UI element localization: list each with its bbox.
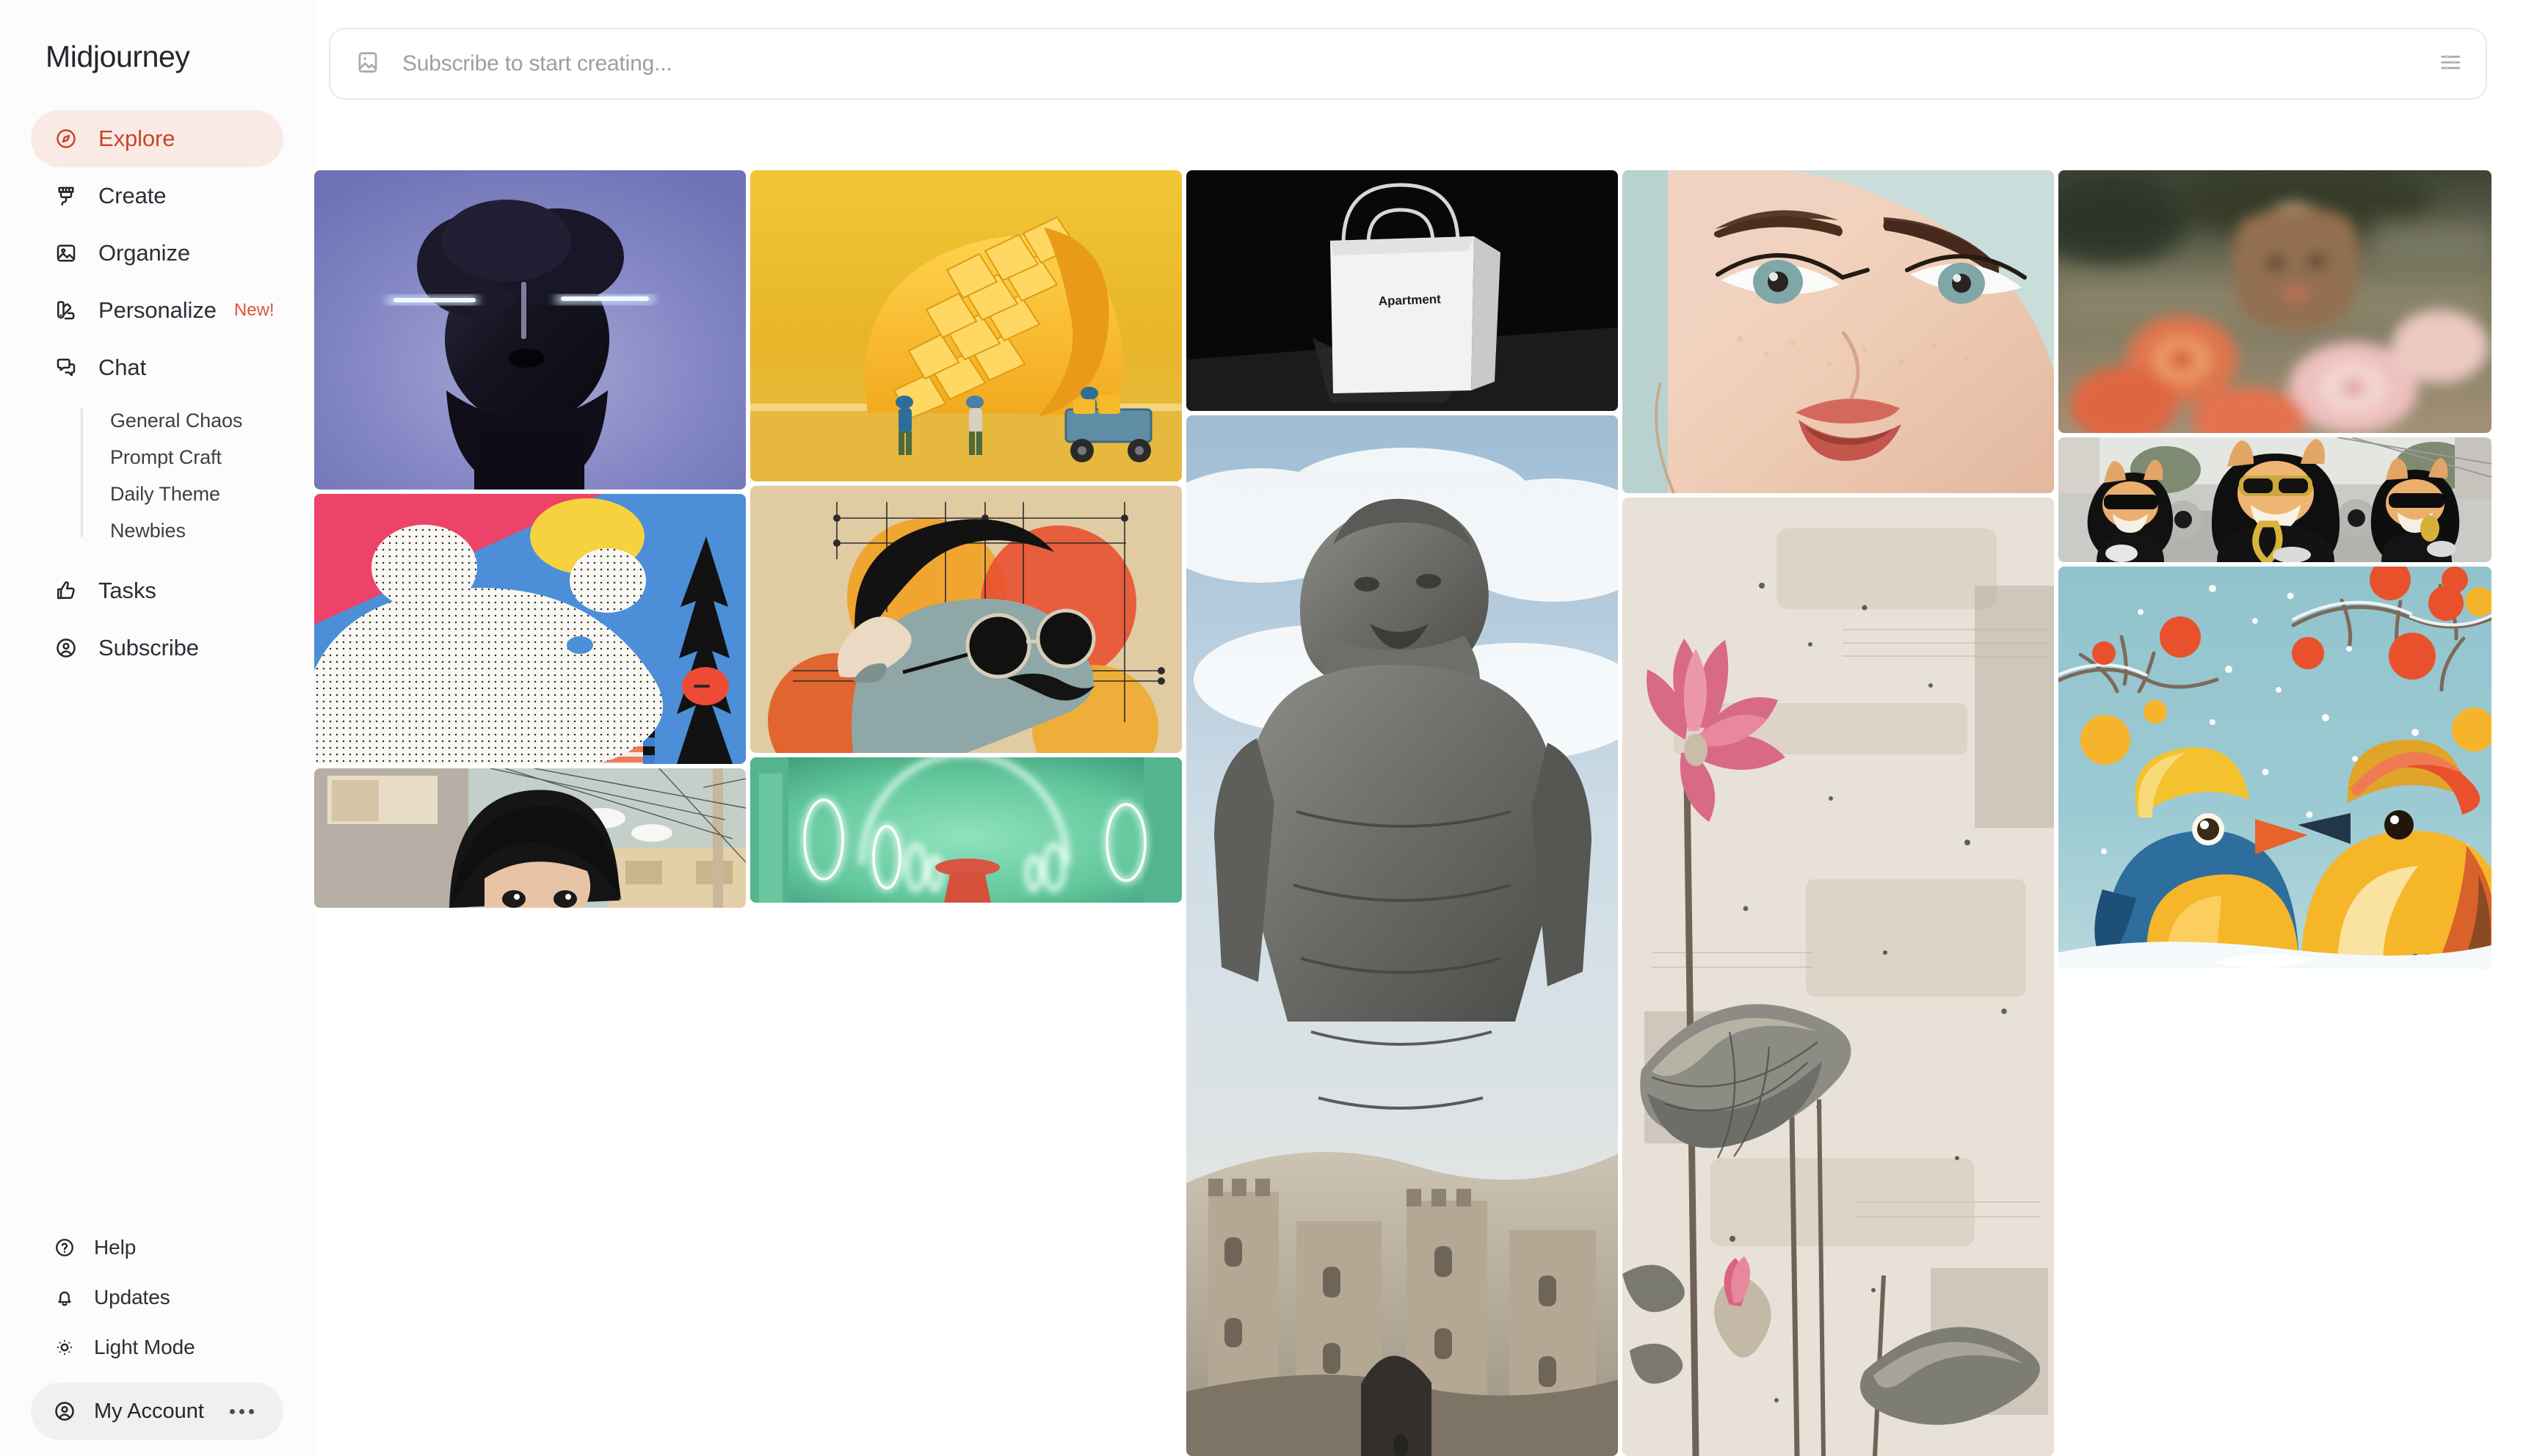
- sidebar-item-label: Help: [94, 1236, 137, 1259]
- channel-label: Prompt Craft: [110, 445, 222, 468]
- gallery-column: [1622, 170, 2054, 1456]
- prompt-input[interactable]: [402, 51, 2439, 76]
- bell-icon: [50, 1283, 79, 1312]
- prompt-bar[interactable]: [329, 28, 2487, 100]
- new-badge: New!: [233, 300, 275, 320]
- app-root: Midjourney Explore Create Organize Perso…: [0, 0, 2537, 1456]
- account-label: My Account: [94, 1399, 204, 1423]
- chat-channel-list: General Chaos Prompt Craft Daily Theme N…: [31, 402, 283, 549]
- sun-icon: [50, 1333, 79, 1362]
- user-circle-icon: [50, 1397, 79, 1426]
- sidebar-item-help[interactable]: Help: [31, 1223, 283, 1273]
- channel-label: General Chaos: [110, 409, 243, 432]
- gallery-tile-neon-green-corridor-red-figure[interactable]: [750, 757, 1182, 903]
- main-content: Apartment: [314, 0, 2537, 1456]
- chat-channel-daily-theme[interactable]: Daily Theme: [79, 476, 283, 512]
- primary-nav: Explore Create Organize Personalize New!…: [0, 88, 314, 677]
- my-account-button[interactable]: My Account: [31, 1383, 283, 1440]
- gallery-tile-mango-miniature-workers-photo[interactable]: [750, 170, 1182, 481]
- sidebar-item-label: Personalize: [98, 297, 217, 323]
- brand-title: Midjourney: [46, 40, 190, 73]
- sidebar-item-updates[interactable]: Updates: [31, 1273, 283, 1322]
- secondary-nav: Help Updates Light Mode My Account: [0, 1223, 314, 1456]
- gallery-tile-anime-boy-street-illustration[interactable]: [314, 768, 746, 908]
- gallery-tile-hip-hop-cats-sunglasses-photo[interactable]: [2058, 437, 2491, 562]
- gallery-tile-lotus-ink-wash-painting[interactable]: [1622, 498, 2054, 1456]
- sidebar-item-chat[interactable]: Chat: [31, 339, 283, 396]
- image-icon: [50, 237, 82, 269]
- channel-label: Daily Theme: [110, 482, 220, 505]
- gallery-tile-white-paper-shopping-bag[interactable]: Apartment: [1186, 170, 1618, 411]
- gallery-tile-vintage-collage-man-sunglasses[interactable]: [750, 486, 1182, 753]
- sidebar-item-label: Explore: [98, 125, 175, 151]
- gallery-column: [750, 170, 1182, 1456]
- sidebar-item-label: Chat: [98, 354, 147, 380]
- sidebar-item-explore[interactable]: Explore: [31, 110, 283, 167]
- gallery-tile-closeup-female-face-portrait[interactable]: [1622, 170, 2054, 493]
- compass-icon: [50, 123, 82, 155]
- chat-channel-newbies[interactable]: Newbies: [79, 512, 283, 549]
- sidebar: Midjourney Explore Create Organize Perso…: [0, 0, 314, 1456]
- sidebar-item-label: Light Mode: [94, 1336, 195, 1358]
- sidebar-item-label: Tasks: [98, 578, 156, 603]
- gallery-tile-stone-giant-over-castle[interactable]: [1186, 415, 1618, 1456]
- sidebar-item-tasks[interactable]: Tasks: [31, 562, 283, 619]
- image-icon: [355, 50, 380, 79]
- channel-rail: [81, 408, 83, 537]
- sidebar-item-create[interactable]: Create: [31, 167, 283, 225]
- chat-channel-prompt-craft[interactable]: Prompt Craft: [79, 439, 283, 476]
- gallery-tile-dark-sculptural-head-portrait[interactable]: [314, 170, 746, 489]
- swatches-icon: [50, 294, 82, 327]
- chat-channel-general-chaos[interactable]: General Chaos: [79, 402, 283, 439]
- gallery-column: [2058, 170, 2491, 1456]
- more-dots-icon[interactable]: [230, 1408, 264, 1414]
- question-circle-icon: [50, 1233, 79, 1262]
- channel-label: Newbies: [110, 519, 186, 542]
- gallery-tile-blurred-woman-with-flowers[interactable]: [2058, 170, 2491, 433]
- sidebar-item-label: Subscribe: [98, 635, 199, 660]
- sidebar-item-light-mode[interactable]: Light Mode: [31, 1322, 283, 1372]
- user-circle-icon: [50, 632, 82, 664]
- bag-label-text: Apartment: [1378, 292, 1441, 308]
- sidebar-item-label: Organize: [98, 240, 190, 266]
- sidebar-item-personalize[interactable]: Personalize New!: [31, 282, 283, 339]
- chat-bubble-icon: [50, 352, 82, 384]
- gallery-tile-polar-bear-stipple-illustration[interactable]: [314, 494, 746, 764]
- gallery-column: Apartment: [1186, 170, 1618, 1456]
- sidebar-item-label: Create: [98, 183, 167, 208]
- sliders-icon[interactable]: [2439, 50, 2464, 79]
- thumbs-up-icon: [50, 575, 82, 607]
- sidebar-item-organize[interactable]: Organize: [31, 225, 283, 282]
- sidebar-item-subscribe[interactable]: Subscribe: [31, 619, 283, 677]
- sidebar-item-label: Updates: [94, 1286, 170, 1308]
- gallery-column: [314, 170, 746, 1456]
- gallery-tile-two-winter-birds-in-hats[interactable]: [2058, 567, 2491, 969]
- paintbrush-icon: [50, 180, 82, 212]
- image-gallery: Apartment: [314, 170, 2509, 1456]
